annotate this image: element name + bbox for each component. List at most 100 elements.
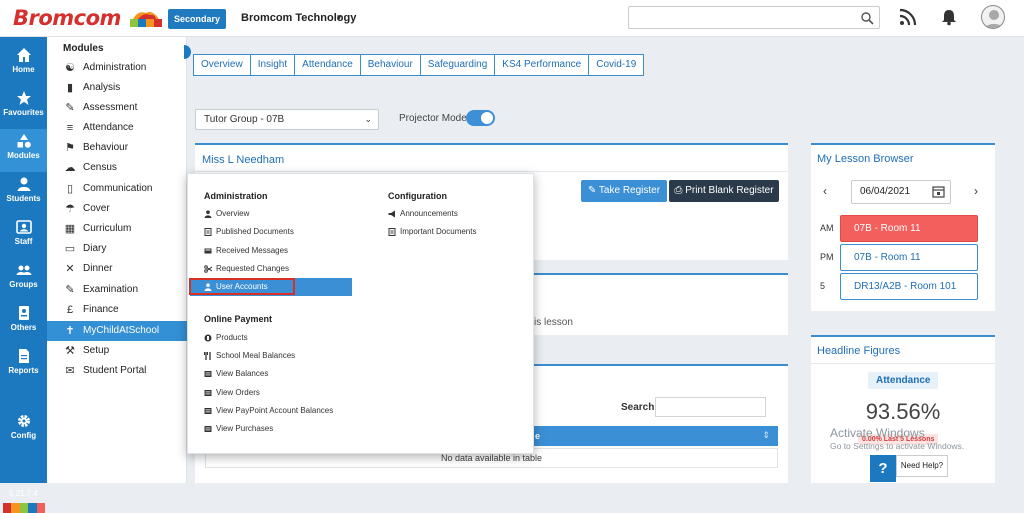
megaphone-icon: ⚑ xyxy=(65,142,75,154)
main-nav: Home Favourites Modules Students Staff G… xyxy=(0,37,47,513)
chevron-left-icon[interactable]: ‹ xyxy=(823,184,827,198)
tab-safeguarding[interactable]: Safeguarding xyxy=(420,54,496,76)
nav-others[interactable]: Others xyxy=(0,301,47,344)
attendance-label: Attendance xyxy=(868,372,939,389)
nav-reports[interactable]: Reports xyxy=(0,344,47,387)
modules-panel: Modules ☯ Administration ▮ Analysis ✎ Asses… xyxy=(47,37,187,483)
need-help-label[interactable]: Need Help? xyxy=(896,455,948,477)
student-icon xyxy=(17,177,30,191)
table-header-label: e xyxy=(535,431,541,441)
lesson-slot[interactable]: 07B - Room 11 xyxy=(840,244,978,271)
tab-covid-19[interactable]: Covid-19 xyxy=(589,54,645,76)
nav-staff[interactable]: Staff xyxy=(0,215,47,258)
nav-favourites[interactable]: Favourites xyxy=(0,86,47,129)
version-label: 5.21.7.4 xyxy=(9,489,38,498)
lesson-date-input[interactable]: 06/04/2021 xyxy=(851,180,951,204)
module-assessment[interactable]: ✎ Assessment xyxy=(47,98,187,118)
staff-icon xyxy=(15,220,32,234)
take-register-button[interactable]: ✎ Take Register xyxy=(581,180,667,202)
nav-config-label: Config xyxy=(10,431,37,440)
module-diary[interactable]: ▭ Diary xyxy=(47,239,187,259)
tab-behaviour[interactable]: Behaviour xyxy=(360,54,421,76)
mobile-icon: ▯ xyxy=(66,183,74,195)
module-communication[interactable]: ▯ Communication xyxy=(47,179,187,199)
products-icon xyxy=(204,334,212,342)
search-icon[interactable] xyxy=(860,11,874,25)
module-setup[interactable]: ⚒ Setup xyxy=(47,341,187,361)
exam-icon: ✎ xyxy=(65,284,75,296)
menu-heading-online-payment: Online Payment xyxy=(204,314,273,324)
avatar[interactable] xyxy=(981,5,1005,29)
umbrella-icon: ☂ xyxy=(65,203,75,215)
nav-reports-label: Reports xyxy=(8,366,39,375)
help-button[interactable]: ? xyxy=(870,455,896,482)
book-icon: ▭ xyxy=(64,243,76,255)
chevron-down-icon: ⌄ xyxy=(364,114,372,124)
lesson-slot[interactable]: 07B - Room 11 xyxy=(840,215,978,242)
user-icon xyxy=(204,283,212,291)
menu-item-user-accounts[interactable]: User Accounts xyxy=(190,278,352,296)
user-icon xyxy=(204,210,212,218)
cutlery-icon xyxy=(204,352,211,360)
bromcom-logo[interactable]: Bromcom xyxy=(13,6,121,30)
child-icon: ✝ xyxy=(65,325,75,337)
menu-heading-configuration: Configuration xyxy=(388,191,447,201)
nav-config[interactable]: Config xyxy=(0,409,47,452)
module-dinner[interactable]: ✕ Dinner xyxy=(47,259,187,279)
chat-icon: ✉ xyxy=(65,365,75,377)
tutor-group-select[interactable]: Tutor Group - 07B ⌄ xyxy=(195,109,379,130)
nav-home[interactable]: Home xyxy=(0,43,47,86)
nav-students-label: Students xyxy=(6,194,41,203)
list-icon xyxy=(204,390,212,396)
module-finance[interactable]: £ Finance xyxy=(47,300,187,320)
pound-icon: £ xyxy=(66,304,74,316)
dashboard-tabs: Overview Insight Attendance Behaviour Sa… xyxy=(193,54,645,76)
rss-icon[interactable] xyxy=(899,8,917,26)
nav-modules[interactable]: Modules xyxy=(0,129,47,172)
module-curriculum[interactable]: ▦ Curriculum xyxy=(47,219,187,239)
lesson-slot[interactable]: DR13/A2B - Room 101 xyxy=(840,273,978,300)
nav-students[interactable]: Students xyxy=(0,172,47,215)
nav-groups-label: Groups xyxy=(9,280,38,289)
document-icon xyxy=(388,228,396,236)
module-examination[interactable]: ✎ Examination xyxy=(47,280,187,300)
menu-heading-administration: Administration xyxy=(204,191,268,201)
module-census[interactable]: ☁ Census xyxy=(47,158,187,178)
nav-favourites-label: Favourites xyxy=(3,108,44,117)
module-cover[interactable]: ☂ Cover xyxy=(47,199,187,219)
list-icon xyxy=(204,408,212,414)
module-student-portal[interactable]: ✉ Student Portal xyxy=(47,361,187,381)
tab-insight[interactable]: Insight xyxy=(250,54,296,76)
calendar-icon[interactable] xyxy=(932,185,945,198)
lesson-note: is lesson xyxy=(534,317,573,328)
nav-groups[interactable]: Groups xyxy=(0,258,47,301)
tab-ks4-performance[interactable]: KS4 Performance xyxy=(495,54,590,76)
tab-attendance[interactable]: Attendance xyxy=(295,54,361,76)
caret-down-icon[interactable]: ▾ xyxy=(337,12,342,23)
document-icon xyxy=(204,228,212,236)
gear-icon xyxy=(17,415,30,427)
headline-figures-title: Headline Figures xyxy=(817,345,901,357)
global-search-input[interactable] xyxy=(628,6,880,29)
module-attendance[interactable]: ≡ Attendance xyxy=(47,118,187,138)
nav-staff-label: Staff xyxy=(14,237,33,246)
module-mychildatschool[interactable]: ✝ MyChildAtSchool xyxy=(47,321,187,341)
projector-mode-toggle[interactable] xyxy=(466,110,495,126)
bell-icon[interactable] xyxy=(940,8,958,26)
module-administration[interactable]: ☯ Administration xyxy=(47,58,187,78)
pen-icon: ✎ xyxy=(65,102,75,114)
lesson-browser-panel: My Lesson Browser ‹ 06/04/2021 › AM 07B … xyxy=(811,143,995,311)
sort-icon[interactable]: ⇕ xyxy=(762,430,770,441)
print-blank-register-button[interactable]: ⎙ Print Blank Register xyxy=(669,180,779,202)
chevron-right-icon[interactable]: › xyxy=(974,184,978,198)
module-behaviour[interactable]: ⚑ Behaviour xyxy=(47,138,187,158)
bar-chart-icon: ▮ xyxy=(66,82,74,94)
users-icon: ☯ xyxy=(65,62,75,74)
projector-mode-label: Projector Mode xyxy=(399,113,467,124)
tab-overview[interactable]: Overview xyxy=(193,54,251,76)
period-label: PM xyxy=(820,252,834,262)
shapes-icon xyxy=(17,134,31,148)
module-analysis[interactable]: ▮ Analysis xyxy=(47,78,187,98)
collapse-panel-handle[interactable] xyxy=(184,45,191,59)
table-search-input[interactable] xyxy=(655,397,766,417)
